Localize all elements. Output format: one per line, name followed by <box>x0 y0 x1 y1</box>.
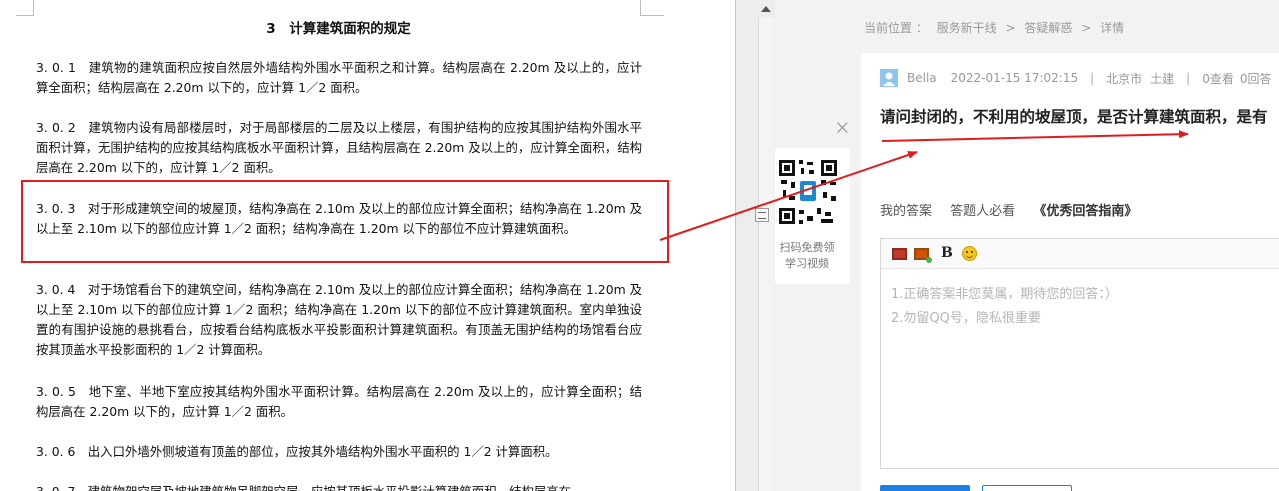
tab-must-see[interactable]: 答题人必看 <box>950 204 1015 219</box>
submit-answer-button[interactable] <box>880 485 970 491</box>
crop-mark-top-right <box>640 0 664 16</box>
document-title: 3 计算建筑面积的规定 <box>266 21 411 37</box>
question-author[interactable]: Bella <box>907 71 937 85</box>
scroll-grip-icon[interactable] <box>755 208 769 222</box>
qr-code-icon <box>777 156 839 228</box>
breadcrumb: 当前位置 ： 服务新干线 > 答疑解惑 > 详情 <box>864 19 1129 36</box>
placeholder-line-1: 1.正确答案非您莫属，期待您的回答：） <box>891 287 1118 302</box>
breadcrumb-item-detail: 详情 <box>1100 21 1125 35</box>
breadcrumb-item-service[interactable]: 服务新干线 <box>937 21 997 35</box>
breadcrumb-label: 当前位置 ： <box>864 21 928 35</box>
highlight-annotation-box <box>21 180 669 263</box>
breadcrumb-separator: > <box>1005 21 1016 35</box>
emoji-icon[interactable] <box>962 246 977 261</box>
tab-my-answer[interactable]: 我的答案 <box>880 204 932 219</box>
avatar[interactable] <box>880 69 898 87</box>
meta-separator: | <box>1090 71 1095 85</box>
secondary-button[interactable] <box>982 485 1072 491</box>
answer-editor[interactable]: B 1.正确答案非您莫属，期待您的回答：） 2.勿留QQ号，隐私很重要 <box>880 238 1279 469</box>
clause-3-0-4: 3. 0. 4 对于场馆看台下的建筑空间，结构净高在 2.10m 及以上的部位应… <box>36 282 642 357</box>
qr-promo-panel[interactable]: 扫码免费领 学习视频 <box>775 148 850 284</box>
question-answers: 0回答 <box>1239 71 1272 86</box>
question-title: 请问封闭的，不利用的坡屋顶，是否计算建筑面积，是有 <box>880 108 1268 126</box>
answer-tabs: 我的答案 答题人必看 《优秀回答指南》 <box>880 200 1151 219</box>
qr-caption-line-1: 扫码免费领 <box>779 241 835 254</box>
editor-toolbar: B <box>881 239 1279 269</box>
question-meta: Bella 2022-01-15 17:02:15 | 北京市 土建 | 0查看… <box>880 69 1272 87</box>
breadcrumb-item-qa[interactable]: 答疑解惑 <box>1024 21 1072 35</box>
clause-3-0-5: 3. 0. 5 地下室、半地下室应按其结构外围水平面积计算。结构层高在 2.20… <box>36 384 642 419</box>
breadcrumb-separator: > <box>1081 21 1092 35</box>
insert-image-icon[interactable] <box>892 248 907 260</box>
clause-3-0-2: 3. 0. 2 建筑物内设有局部楼层时，对于局部楼层的二层及以上楼层，有围护结构… <box>36 120 642 175</box>
question-location: 北京市 <box>1106 71 1143 86</box>
close-icon[interactable]: × <box>834 117 851 137</box>
clause-3-0-7: 3. 0. 7 建筑物架空层及坡地建筑物吊脚架空层，应按其顶板水平投影计算建筑面… <box>36 482 642 491</box>
placeholder-line-2: 2.勿留QQ号，隐私很重要 <box>891 311 1041 326</box>
meta-separator: | <box>1186 71 1191 85</box>
scroll-up-arrow-icon[interactable] <box>758 2 774 16</box>
scroll-track[interactable] <box>758 18 774 491</box>
clause-3-0-6: 3. 0. 6 出入口外墙外侧坡道有顶盖的部位，应按其外墙结构外围水平面积的 1… <box>36 444 558 459</box>
question-datetime: 2022-01-15 17:02:15 <box>950 71 1079 85</box>
upload-image-icon[interactable] <box>914 248 932 263</box>
question-card: Bella 2022-01-15 17:02:15 | 北京市 土建 | 0查看… <box>861 53 1279 491</box>
clause-3-0-1: 3. 0. 1 建筑物的建筑面积应按自然层外墙结构外围水平面积之和计算。结构层高… <box>36 60 642 95</box>
bold-button[interactable]: B <box>941 245 953 261</box>
qr-caption: 扫码免费领 学习视频 <box>775 240 839 272</box>
question-views: 0查看 <box>1202 71 1234 86</box>
qr-caption-line-2: 学习视频 <box>785 257 829 270</box>
answer-input[interactable]: 1.正确答案非您莫属，期待您的回答：） 2.勿留QQ号，隐私很重要 <box>891 283 1118 331</box>
document-viewer: 3 计算建筑面积的规定 3. 0. 1 建筑物的建筑面积应按自然层外墙结构外围水… <box>0 0 735 491</box>
qa-web-page: 当前位置 ： 服务新干线 > 答疑解惑 > 详情 × 扫码免费领 学习视频 Be… <box>775 0 1279 491</box>
question-category: 土建 <box>1150 71 1175 86</box>
crop-mark-top-left <box>16 0 34 16</box>
document-scrollbar[interactable] <box>735 0 775 491</box>
guide-link[interactable]: 《优秀回答指南》 <box>1033 204 1137 219</box>
